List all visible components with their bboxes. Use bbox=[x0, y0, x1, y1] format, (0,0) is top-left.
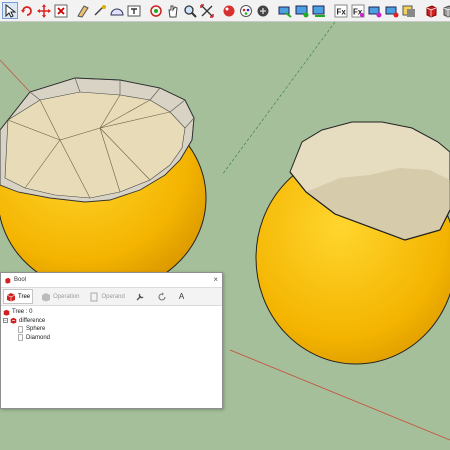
operation-icon bbox=[42, 292, 51, 301]
bool-panel-titlebar[interactable]: Bool × bbox=[1, 273, 222, 287]
tab-tree-label: Tree bbox=[18, 293, 31, 300]
red-axis bbox=[229, 349, 450, 441]
component-icon[interactable] bbox=[367, 2, 383, 19]
difference-icon bbox=[10, 317, 17, 324]
tab-operand[interactable]: Operand bbox=[87, 289, 126, 304]
hand-pan-icon[interactable] bbox=[165, 2, 181, 19]
tag-icon[interactable] bbox=[384, 2, 400, 19]
tree-root-row[interactable]: Tree : 0 bbox=[3, 308, 222, 317]
cube-red-icon[interactable] bbox=[423, 2, 439, 19]
section-icon[interactable] bbox=[311, 2, 327, 19]
close-icon[interactable]: × bbox=[213, 276, 218, 284]
tree-child-label: Sphere bbox=[26, 326, 46, 333]
bool-logo-icon bbox=[5, 277, 11, 284]
refresh-button[interactable] bbox=[155, 289, 171, 304]
eraser-icon[interactable] bbox=[75, 2, 91, 19]
wrench-icon bbox=[136, 293, 144, 300]
pan-icon[interactable] bbox=[36, 2, 52, 19]
shadow-icon[interactable] bbox=[401, 2, 417, 19]
tape-measure-icon[interactable] bbox=[92, 2, 108, 19]
tree-root-icon bbox=[3, 309, 10, 316]
svg-text:Fx: Fx bbox=[337, 7, 347, 16]
tree-child-row[interactable]: Diamond bbox=[3, 334, 222, 343]
fx-plus-icon[interactable]: Fx bbox=[350, 2, 366, 19]
wrench-button[interactable] bbox=[133, 289, 149, 304]
fx-icon[interactable]: Fx bbox=[333, 2, 349, 19]
component-outline-icon bbox=[18, 334, 23, 341]
tree-child-row[interactable]: Sphere bbox=[3, 325, 222, 334]
bool-panel[interactable]: Bool × Tree Operation Operand A Tree : 0 bbox=[0, 272, 223, 409]
tree-cube-icon bbox=[6, 292, 16, 301]
tab-tree[interactable]: Tree bbox=[3, 289, 34, 304]
left-sphere-with-diamond bbox=[0, 59, 207, 294]
zoom-extents-icon[interactable] bbox=[199, 2, 215, 19]
material-icon[interactable] bbox=[238, 2, 254, 19]
text-icon[interactable] bbox=[126, 2, 142, 19]
component-outline-icon bbox=[18, 326, 23, 333]
refresh-icon bbox=[158, 292, 166, 301]
face-style-icon[interactable] bbox=[221, 2, 237, 19]
bool-tabs: Tree Operation Operand A bbox=[1, 287, 222, 306]
operand-icon bbox=[90, 292, 98, 301]
bool-tree: Tree : 0 − difference Sphere Diamond bbox=[1, 306, 222, 342]
tree-root-label: Tree : 0 bbox=[12, 309, 33, 316]
cube-gray-icon[interactable] bbox=[440, 2, 450, 19]
bool-panel-title: Bool bbox=[14, 277, 27, 283]
right-sphere-bowl bbox=[255, 121, 450, 365]
main-toolbar: Fx Fx bbox=[0, 0, 450, 22]
x-icon[interactable] bbox=[53, 2, 69, 19]
tab-operation[interactable]: Operation bbox=[39, 289, 81, 304]
camera-icon[interactable] bbox=[277, 2, 293, 19]
font-icon: A bbox=[178, 292, 185, 301]
tab-operation-label: Operation bbox=[53, 293, 80, 300]
rotate-icon[interactable] bbox=[19, 2, 35, 19]
font-button[interactable]: A bbox=[177, 289, 186, 304]
collapse-icon[interactable]: − bbox=[3, 318, 8, 324]
tab-operand-label: Operand bbox=[101, 293, 125, 300]
map-icon[interactable] bbox=[255, 2, 271, 19]
protractor-icon[interactable] bbox=[109, 2, 125, 19]
tree-node-label: difference bbox=[19, 317, 46, 324]
select-icon[interactable] bbox=[2, 2, 18, 19]
tree-child-label: Diamond bbox=[26, 334, 51, 341]
orbit-icon[interactable] bbox=[148, 2, 164, 19]
scene-icon[interactable] bbox=[294, 2, 310, 19]
zoom-icon[interactable] bbox=[182, 2, 198, 19]
tree-node-row[interactable]: − difference bbox=[3, 317, 222, 326]
